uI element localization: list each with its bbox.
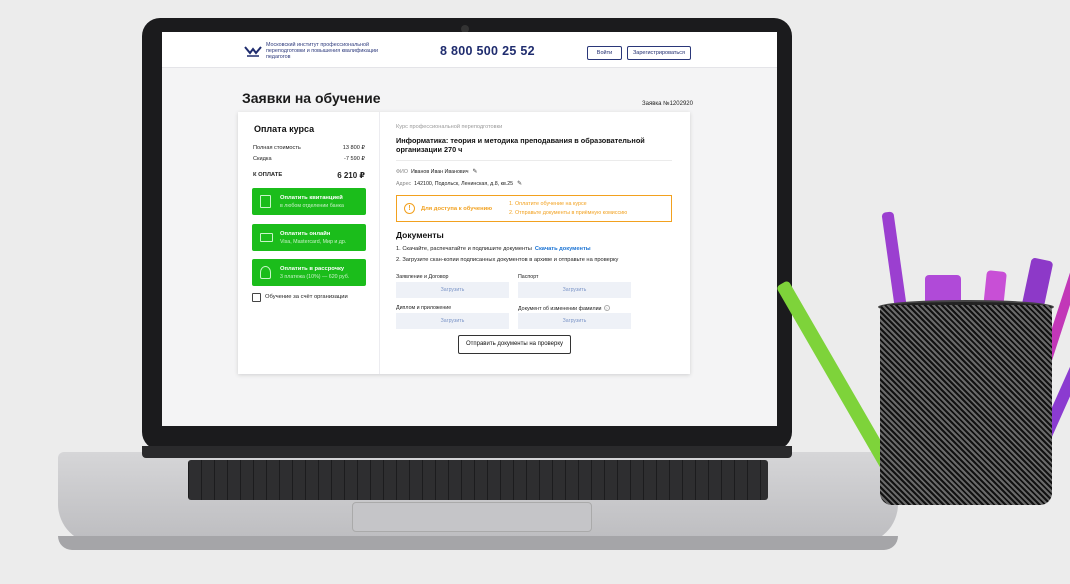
pencil-cup (880, 305, 1052, 505)
pay-receipt-button[interactable]: Оплатить квитанцией в любом отделении ба… (252, 188, 366, 215)
fio-label: ФИО (396, 169, 408, 175)
edit-fio-icon[interactable]: ✎ (472, 168, 477, 175)
address-label: Адрес (396, 181, 412, 187)
login-button[interactable]: Войти (587, 46, 622, 60)
upload-contract-button[interactable]: Загрузить (396, 282, 509, 298)
documents-step-1-text: 1. Скачайте, распечатайте и подпишите до… (396, 246, 532, 252)
receipt-icon (260, 195, 271, 208)
site-header: Московский институт профессиональной пер… (162, 32, 777, 68)
divider (396, 160, 672, 161)
pay-installment-subtitle: 3 платежа (10%) — 620 руб. (280, 274, 350, 280)
laptop-screen: Московский институт профессиональной пер… (162, 32, 777, 426)
upload-label-diploma: Диплом и приложение (396, 305, 452, 311)
page-title: Заявки на обучение (242, 90, 381, 106)
installment-icon (260, 266, 271, 279)
keyboard (188, 460, 768, 500)
pay-receipt-subtitle: в любом отделении банка (280, 203, 344, 209)
pay-receipt-title: Оплатить квитанцией (280, 195, 343, 201)
laptop-base-lip (58, 536, 898, 550)
pay-online-title: Оплатить онлайн (280, 231, 331, 237)
logo-icon[interactable] (244, 44, 262, 58)
laptop-hinge (142, 446, 792, 458)
discount-value: -7 590 ₽ (344, 156, 365, 162)
course-type: Курс профессиональной переподготовки (396, 124, 503, 130)
submit-documents-button[interactable]: Отправить документы на проверку (458, 335, 571, 354)
total-value: 6 210 ₽ (337, 171, 365, 180)
card-icon (260, 233, 273, 242)
pay-online-subtitle: Visa, Mastercard, Мир и др. (280, 239, 347, 245)
full-price-value: 13 800 ₽ (342, 145, 365, 151)
notice-step-2: 2. Отправьте документы в приёмную комисс… (509, 210, 628, 216)
payment-panel: Оплата курса Полная стоимость 13 800 ₽ С… (238, 112, 380, 374)
upload-passport-button[interactable]: Загрузить (518, 282, 631, 298)
discount-row: Скидка -7 590 ₽ (253, 156, 365, 162)
full-price-row: Полная стоимость 13 800 ₽ (253, 145, 365, 151)
payment-title: Оплата курса (254, 124, 315, 134)
total-row: К ОПЛАТЕ 6 210 ₽ (253, 171, 365, 180)
edit-address-icon[interactable]: ✎ (517, 180, 522, 187)
address-field: Адрес 142100, Подольск, Ленинская, д.8, к… (396, 180, 522, 187)
download-documents-link[interactable]: Скачать документы (535, 246, 591, 252)
fio-field: ФИО Иванов Иван Иванович ✎ (396, 168, 477, 175)
logo-text[interactable]: Московский институт профессиональной пер… (266, 42, 396, 60)
fio-value: Иванов Иван Иванович (410, 169, 469, 175)
org-checkbox[interactable] (252, 293, 261, 302)
documents-title: Документы (396, 230, 444, 240)
phone-number[interactable]: 8 800 500 25 52 (440, 44, 535, 58)
access-notice: ! Для доступа к обучению 1. Оплатите обу… (396, 195, 672, 222)
documents-step-2: 2. Загрузите скан-копии подписанных доку… (396, 257, 619, 263)
pay-online-button[interactable]: Оплатить онлайн Visa, Mastercard, Мир и … (252, 224, 366, 251)
pay-installment-button[interactable]: Оплатить в рассрочку 3 платежа (10%) — 6… (252, 259, 366, 286)
help-icon[interactable]: ? (603, 305, 610, 311)
discount-label: Скидка (253, 156, 272, 162)
course-panel: Курс профессиональной переподготовки Инф… (380, 112, 690, 374)
course-name: Информатика: теория и методика преподава… (396, 136, 645, 154)
application-number: Заявка №1202920 (642, 101, 693, 107)
notice-label: Для доступа к обучению (421, 206, 493, 212)
trackpad (352, 502, 592, 532)
upload-label-passport: Паспорт (518, 274, 539, 280)
warning-icon: ! (404, 203, 415, 214)
address-value: 142100, Подольск, Ленинская, д.8, кв.25 (414, 181, 514, 187)
notice-step-1: 1. Оплатите обучение на курсе (509, 201, 587, 207)
org-checkbox-label[interactable]: Обучение за счёт организации (265, 294, 348, 300)
upload-surname-button[interactable]: Загрузить (518, 313, 631, 329)
upload-label-surname: Документ об изменении фамилии? (518, 305, 610, 312)
upload-diploma-button[interactable]: Загрузить (396, 313, 509, 329)
documents-step-1: 1. Скачайте, распечатайте и подпишите до… (396, 246, 591, 252)
register-button[interactable]: Зарегистрироваться (627, 46, 691, 60)
application-card: Оплата курса Полная стоимость 13 800 ₽ С… (238, 112, 690, 374)
pay-installment-title: Оплатить в рассрочку (280, 266, 345, 272)
total-label: К ОПЛАТЕ (253, 172, 283, 178)
upload-label-contract: Заявление и Договор (396, 274, 449, 280)
upload-label-surname-text: Документ об изменении фамилии (518, 306, 602, 312)
full-price-label: Полная стоимость (253, 145, 301, 151)
